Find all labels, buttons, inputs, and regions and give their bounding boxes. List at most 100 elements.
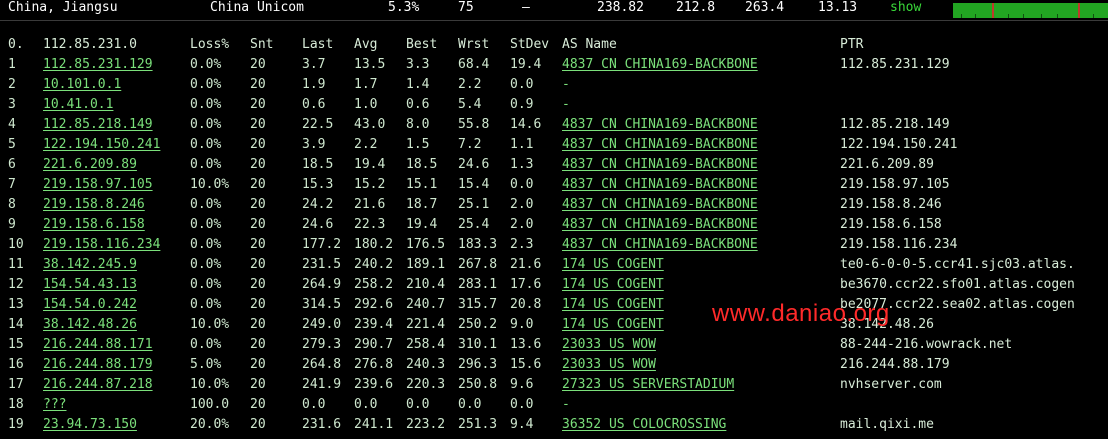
table-row: 15 216.244.88.171 0.0% 20 279.3 290.7 258.4 310… — [0, 336, 1108, 356]
avg-value: 180.2 — [354, 237, 394, 252]
ptr-value: 112.85.231.129 — [840, 57, 950, 72]
sparkline-tick — [1041, 14, 1042, 18]
ptr-value: 219.158.97.105 — [840, 177, 950, 192]
stdev-value: 9.6 — [510, 377, 534, 392]
wrst-value: 68.4 — [458, 57, 490, 72]
hop-number: 9 — [8, 217, 16, 232]
header-wrst: Wrst — [458, 37, 490, 52]
best-value: 220.3 — [406, 377, 446, 392]
hop-number: 15 — [8, 337, 24, 352]
last-value: 264.8 — [302, 357, 342, 372]
best-value: 258.4 — [406, 337, 446, 352]
hop-ip-link[interactable]: 219.158.97.105 — [43, 176, 153, 194]
table-row: 9 219.158.6.158 0.0% 20 24.6 22.3 19.4 25.4 2.0 4… — [0, 216, 1108, 236]
summary-best: 263.4 — [745, 0, 785, 15]
snt-value: 20 — [250, 317, 266, 332]
isp-label: China Unicom — [210, 0, 304, 15]
hop-ip-link[interactable]: 216.244.88.171 — [43, 336, 153, 354]
header-loss: Loss% — [190, 37, 230, 52]
stdev-value: 2.3 — [510, 237, 534, 252]
as-name-link[interactable]: 4837 CN CHINA169-BACKBONE — [562, 156, 758, 174]
hop-ip-link[interactable]: 221.6.209.89 — [43, 156, 137, 174]
ptr-value: 88-244-216.wowrack.net — [840, 337, 1013, 352]
as-name-link[interactable]: 4837 CN CHINA169-BACKBONE — [562, 116, 758, 134]
loss-value: 0.0% — [190, 257, 222, 272]
hop-ip-link[interactable]: 216.244.88.179 — [43, 356, 153, 374]
ptr-value: 219.158.116.234 — [840, 237, 958, 252]
ptr-value: be3670.ccr22.sfo01.atlas.cogen — [840, 277, 1075, 292]
loss-value: 0.0% — [190, 97, 222, 112]
hop-ip-link[interactable]: 154.54.0.242 — [43, 296, 137, 314]
hop-ip-link[interactable]: ??? — [43, 396, 66, 414]
wrst-value: 251.3 — [458, 417, 498, 432]
best-value: 1.5 — [406, 137, 430, 152]
best-value: 0.6 — [406, 97, 430, 112]
avg-value: 258.2 — [354, 277, 394, 292]
hop-ip-link[interactable]: 23.94.73.150 — [43, 416, 137, 434]
avg-value: 239.6 — [354, 377, 394, 392]
last-value: 231.6 — [302, 417, 342, 432]
ptr-value: nvhserver.com — [840, 377, 942, 392]
as-name-link[interactable]: 36352 US COLOCROSSING — [562, 416, 726, 434]
as-name-link[interactable]: 174 US COGENT — [562, 316, 664, 334]
as-name-link[interactable]: 27323 US SERVERSTADIUM — [562, 376, 734, 394]
as-name-link[interactable]: 23033 US WOW — [562, 356, 656, 374]
hop-ip-link[interactable]: 10.41.0.1 — [43, 96, 113, 114]
table-row: 1 112.85.231.129 0.0% 20 3.7 13.5 3.3 68.4 19.4 4… — [0, 56, 1108, 76]
as-name-link[interactable]: 4837 CN CHINA169-BACKBONE — [562, 236, 758, 254]
hop-ip-link[interactable]: 10.101.0.1 — [43, 76, 121, 94]
ptr-value: te0-6-0-0-5.ccr41.sjc03.atlas. — [840, 257, 1075, 272]
wrst-value: 310.1 — [458, 337, 498, 352]
as-name-link[interactable]: 174 US COGENT — [562, 276, 664, 294]
table-row: 16 216.244.88.179 5.0% 20 264.8 276.8 240.3 296… — [0, 356, 1108, 376]
as-name-link[interactable]: 4837 CN CHINA169-BACKBONE — [562, 196, 758, 214]
sparkline-tick — [961, 14, 962, 18]
avg-value: 292.6 — [354, 297, 394, 312]
hop-ip-link[interactable]: 112.85.231.129 — [43, 56, 153, 74]
hop-ip-link[interactable]: 112.85.218.149 — [43, 116, 153, 134]
snt-value: 20 — [250, 117, 266, 132]
wrst-value: 250.2 — [458, 317, 498, 332]
best-value: 1.4 — [406, 77, 430, 92]
as-name-link[interactable]: 174 US COGENT — [562, 296, 664, 314]
hop-ip-link[interactable]: 219.158.116.234 — [43, 236, 160, 254]
show-link[interactable]: show — [890, 0, 921, 16]
stdev-value: 13.6 — [510, 337, 542, 352]
hop-ip-link[interactable]: 38.142.48.26 — [43, 316, 137, 334]
ptr-value: mail.qixi.me — [840, 417, 934, 432]
summary-snt: 75 — [458, 0, 474, 15]
as-name-link[interactable]: 174 US COGENT — [562, 256, 664, 274]
snt-value: 20 — [250, 97, 266, 112]
hop-number: 8 — [8, 197, 16, 212]
last-value: 24.6 — [302, 217, 334, 232]
snt-value: 20 — [250, 197, 266, 212]
hop-ip-link[interactable]: 38.142.245.9 — [43, 256, 137, 274]
avg-value: 2.2 — [354, 137, 378, 152]
stdev-value: 19.4 — [510, 57, 542, 72]
hop-ip-link[interactable]: 122.194.150.241 — [43, 136, 160, 154]
last-value: 314.5 — [302, 297, 342, 312]
loss-sparkline — [953, 3, 1108, 18]
wrst-value: 55.8 — [458, 117, 490, 132]
hop-ip-link[interactable]: 219.158.8.246 — [43, 196, 145, 214]
snt-value: 20 — [250, 217, 266, 232]
as-name-link[interactable]: 4837 CN CHINA169-BACKBONE — [562, 56, 758, 74]
hop-ip-link[interactable]: 216.244.87.218 — [43, 376, 153, 394]
stdev-value: 20.8 — [510, 297, 542, 312]
as-name-link: - — [562, 97, 570, 112]
hop-ip-link[interactable]: 219.158.6.158 — [43, 216, 145, 234]
best-value: 176.5 — [406, 237, 446, 252]
hop-number: 18 — [8, 397, 24, 412]
stdev-value: 0.0 — [510, 397, 534, 412]
hop-number: 19 — [8, 417, 24, 432]
as-name-link[interactable]: 4837 CN CHINA169-BACKBONE — [562, 176, 758, 194]
as-name-link[interactable]: 4837 CN CHINA169-BACKBONE — [562, 136, 758, 154]
loss-marker — [1078, 3, 1080, 18]
last-value: 231.5 — [302, 257, 342, 272]
as-name-link[interactable]: 4837 CN CHINA169-BACKBONE — [562, 216, 758, 234]
location-label: China, Jiangsu — [8, 0, 118, 15]
sparkline-tick — [975, 14, 976, 18]
hop-ip-link[interactable]: 154.54.43.13 — [43, 276, 137, 294]
as-name-link[interactable]: 23033 US WOW — [562, 336, 656, 354]
last-value: 241.9 — [302, 377, 342, 392]
